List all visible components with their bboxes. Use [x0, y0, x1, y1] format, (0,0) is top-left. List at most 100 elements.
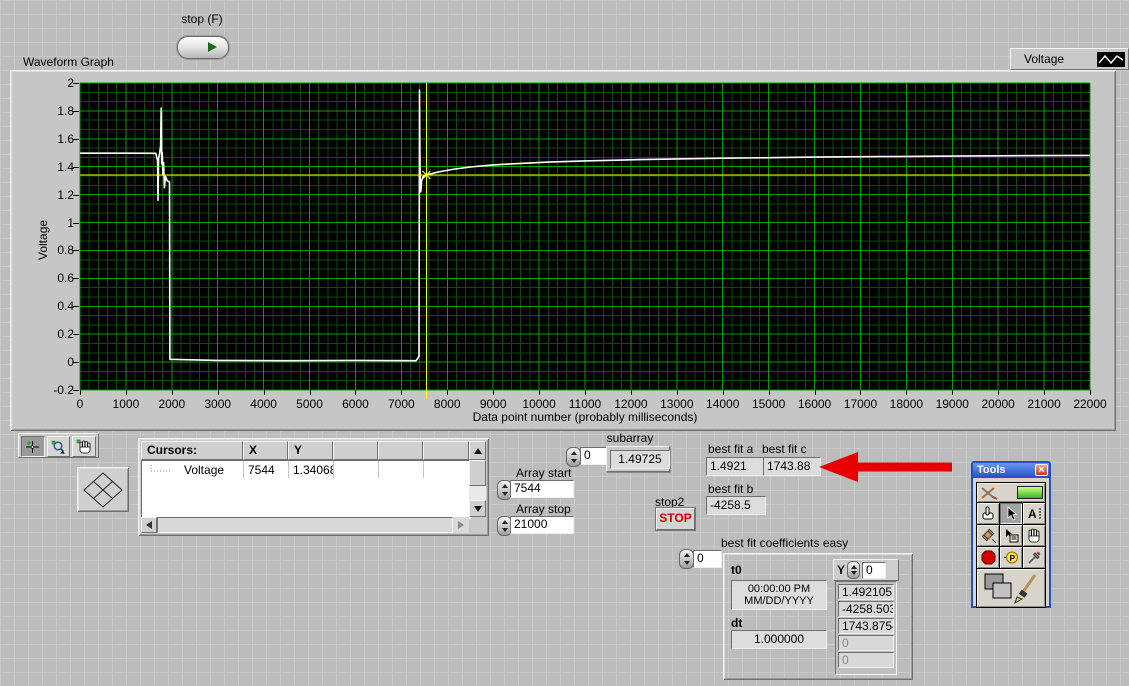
- get-color-tool[interactable]: [1023, 547, 1045, 568]
- best-fit-b-label: best fit b: [708, 482, 753, 496]
- position-select-tool[interactable]: [1000, 503, 1022, 524]
- scroll-left-button[interactable]: [141, 517, 157, 533]
- stop2-label: stop2: [655, 495, 684, 509]
- array-stop-label: Array stop: [516, 502, 571, 516]
- y-array-element: 1.492105: [838, 584, 894, 600]
- y-array-spinner[interactable]: [847, 561, 860, 579]
- array-start-field[interactable]: 7544: [510, 480, 574, 498]
- y-array-index-field[interactable]: 0: [862, 562, 886, 579]
- y-tick-mark: [73, 195, 79, 196]
- x-tick-mark: [1044, 390, 1045, 395]
- best-fit-b-value: -4258.5: [706, 496, 766, 515]
- hscroll-track[interactable]: [157, 517, 453, 533]
- stop-label: stop (F): [166, 12, 238, 26]
- x-tick-mark: [264, 390, 265, 395]
- horizontal-scrollbar[interactable]: [141, 517, 469, 533]
- pan-tool-button[interactable]: [72, 436, 96, 457]
- x-tick-label: 9000: [468, 397, 518, 411]
- subarray-index-spinner[interactable]: [566, 447, 581, 467]
- shortcut-menu-tool[interactable]: [1000, 525, 1022, 546]
- increment-icon: [571, 451, 577, 455]
- scroll-down-button[interactable]: [469, 500, 486, 517]
- left-arrow-icon: [146, 521, 152, 529]
- cursor-table-header-cell[interactable]: X: [243, 441, 288, 460]
- y-tick-label: -0.2: [30, 383, 74, 397]
- cursor-tool-button[interactable]: [21, 436, 45, 457]
- connect-wire-tool[interactable]: [977, 525, 999, 546]
- y-tick-label: 1.4: [30, 160, 74, 174]
- pointing-hand-icon: [980, 506, 996, 521]
- stop2-button[interactable]: STOP: [656, 508, 695, 530]
- x-tick-label: 10000: [514, 397, 564, 411]
- y-tick-mark: [73, 139, 79, 140]
- cursor-table-header-cell[interactable]: [423, 441, 469, 460]
- text-edit-icon: A: [1027, 506, 1042, 521]
- breakpoint-tool[interactable]: [977, 547, 999, 568]
- x-tick-mark: [310, 390, 311, 395]
- crossed-tools-icon: [979, 486, 999, 500]
- tools-grid: A: [976, 482, 1046, 608]
- y-array-label: Y: [837, 563, 845, 577]
- dt-label: dt: [731, 616, 742, 630]
- best-fit-a-label: best fit a: [708, 442, 753, 456]
- vertical-scrollbar[interactable]: [469, 460, 486, 517]
- x-tick-label: 22000: [1065, 397, 1115, 411]
- cursor-mover-pad[interactable]: [77, 467, 129, 512]
- probe-tool[interactable]: P: [1000, 547, 1022, 568]
- x-tick-mark: [401, 390, 402, 395]
- cursor-table-header-cell[interactable]: [333, 441, 378, 460]
- cursor-name: Voltage: [184, 462, 224, 478]
- scroll-window-tool[interactable]: [1023, 525, 1045, 546]
- y-tick-mark: [73, 111, 79, 112]
- x-tick-mark: [585, 390, 586, 395]
- run-arrow-icon: [208, 42, 217, 52]
- x-tick-mark: [1090, 390, 1091, 395]
- scroll-up-button[interactable]: [469, 441, 486, 460]
- up-arrow-icon: [474, 448, 482, 454]
- waveform-graph: Voltage Data point number (probably mill…: [10, 70, 1116, 431]
- cluster-frame: t0 00:00:00 PM MM/DD/YYYY dt 1.000000 Y …: [723, 553, 913, 680]
- cursor-table-body: Voltage75441.34068: [141, 460, 471, 519]
- cursor-table-header-cell[interactable]: Cursors:: [141, 441, 243, 460]
- operate-value-tool[interactable]: [977, 503, 999, 524]
- x-tick-label: 1000: [101, 397, 151, 411]
- y-tick-mark: [73, 278, 79, 279]
- cursor-empty-cell: [334, 461, 379, 478]
- x-tick-label: 14000: [698, 397, 748, 411]
- stop-octagon-icon: [981, 550, 996, 565]
- zoom-tool-button[interactable]: [47, 436, 71, 457]
- y-array-element: 0: [838, 652, 894, 668]
- plot-legend[interactable]: Voltage: [1010, 48, 1129, 70]
- menu-arrow-icon: [1003, 528, 1019, 543]
- cursor-empty-cell: [424, 461, 470, 478]
- x-tick-mark: [677, 390, 678, 395]
- cursor-x-value: 7544: [244, 461, 289, 478]
- scrollbar-thumb[interactable]: [469, 460, 486, 486]
- plot-area[interactable]: [80, 83, 1090, 390]
- close-icon[interactable]: ×: [1035, 464, 1048, 476]
- x-tick-label: 5000: [285, 397, 335, 411]
- decrement-icon: [502, 492, 508, 496]
- x-tick-label: 4000: [239, 397, 289, 411]
- set-color-tool[interactable]: [977, 569, 1045, 607]
- x-tick-label: 13000: [652, 397, 702, 411]
- hand-icon: [76, 439, 92, 454]
- cluster-index-field[interactable]: 0: [693, 550, 722, 568]
- cluster-index-spinner[interactable]: [679, 549, 694, 569]
- legend-label: Voltage: [1024, 52, 1064, 66]
- edit-text-tool[interactable]: A: [1023, 503, 1045, 524]
- tools-titlebar[interactable]: Tools ×: [973, 463, 1049, 478]
- cursor-table-header-cell[interactable]: Y: [288, 441, 333, 460]
- x-tick-label: 3000: [193, 397, 243, 411]
- x-tick-mark: [998, 390, 999, 395]
- array-stop-field[interactable]: 21000: [510, 516, 574, 534]
- cursor-row[interactable]: Voltage75441.34068: [142, 461, 470, 478]
- stop-button[interactable]: [177, 36, 229, 59]
- y-tick-mark: [73, 362, 79, 363]
- scroll-right-button[interactable]: [453, 517, 469, 533]
- svg-text:A: A: [1028, 507, 1037, 521]
- graph-palette: [18, 433, 99, 458]
- cursor-table-header-cell[interactable]: [378, 441, 423, 460]
- auto-tool-select-button[interactable]: [977, 483, 1045, 502]
- y-array-index-control: Y 0: [833, 559, 899, 581]
